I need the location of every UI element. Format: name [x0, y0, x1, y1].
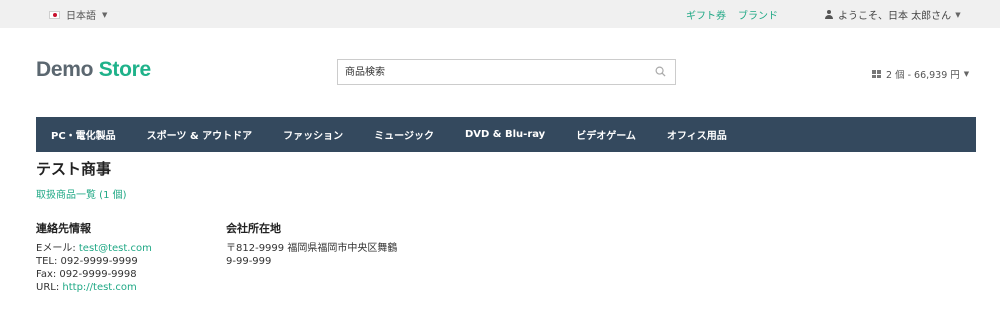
- japan-flag-icon: [49, 10, 60, 19]
- language-selector[interactable]: 日本語 ▼: [49, 7, 107, 22]
- user-menu[interactable]: ようこそ、日本 太郎さん ▼: [824, 7, 961, 22]
- nav-item-video-games[interactable]: ビデオゲーム: [576, 127, 636, 142]
- company-address: 会社所在地 〒812-9999 福岡県福岡市中央区舞鶴 9-99-999: [226, 220, 397, 268]
- cart-summary[interactable]: 2 個 - 66,939 円 ▼: [872, 67, 969, 81]
- user-greeting: ようこそ、日本 太郎さん: [838, 11, 952, 22]
- nav-item-dvd-bluray[interactable]: DVD & Blu-ray: [465, 129, 545, 140]
- tel-line: TEL: 092-9999-9999: [36, 256, 138, 267]
- user-icon: [824, 9, 834, 20]
- email-line: Eメール: test@test.com: [36, 242, 152, 255]
- contact-heading: 連絡先情報: [36, 222, 91, 235]
- fax-line: Fax: 092-9999-9998: [36, 269, 137, 280]
- top-links: ギフト券 ブランド: [686, 7, 778, 22]
- search-icon[interactable]: [655, 66, 666, 77]
- address-line-2: 9-99-999: [226, 256, 272, 267]
- nav-item-office-supplies[interactable]: オフィス用品: [667, 127, 727, 142]
- address-line-1: 〒812-9999 福岡県福岡市中央区舞鶴: [226, 243, 398, 254]
- cart-icon: [872, 70, 882, 78]
- contact-info: 連絡先情報 Eメール: test@test.com TEL: 092-9999-…: [36, 220, 152, 294]
- top-bar: 日本語 ▼ ギフト券 ブランド ようこそ、日本 太郎さん ▼: [0, 0, 1000, 28]
- language-label: 日本語: [66, 11, 96, 22]
- email-link[interactable]: test@test.com: [79, 243, 152, 254]
- url-label: URL:: [36, 282, 63, 293]
- logo-text-store: Store: [98, 58, 151, 81]
- chevron-down-icon: ▼: [963, 70, 970, 78]
- address-heading: 会社所在地: [226, 222, 281, 235]
- website-link[interactable]: http://test.com: [62, 282, 136, 293]
- nav-item-pc-electronics[interactable]: PC・電化製品: [51, 127, 116, 142]
- category-nav: PC・電化製品 スポーツ & アウトドア ファッション ミュージック DVD &…: [36, 117, 976, 152]
- chevron-down-icon: ▼: [955, 10, 961, 19]
- gift-card-link[interactable]: ギフト券: [686, 7, 726, 22]
- email-label: Eメール:: [36, 243, 79, 254]
- store-logo[interactable]: Demo Store: [36, 58, 151, 82]
- page-title: テスト商事: [36, 160, 112, 178]
- logo-text-demo: Demo: [36, 58, 94, 81]
- nav-item-fashion[interactable]: ファッション: [283, 127, 343, 142]
- search-box: [337, 59, 676, 85]
- product-list-link[interactable]: 取扱商品一覧 (1 個): [36, 186, 127, 201]
- nav-item-sports-outdoor[interactable]: スポーツ & アウトドア: [147, 127, 252, 142]
- search-input[interactable]: [338, 60, 638, 84]
- nav-item-music[interactable]: ミュージック: [374, 127, 434, 142]
- cart-summary-text: 2 個 - 66,939 円: [886, 70, 960, 81]
- url-line: URL: http://test.com: [36, 281, 152, 294]
- chevron-down-icon: ▼: [102, 10, 108, 19]
- brand-link[interactable]: ブランド: [738, 7, 778, 22]
